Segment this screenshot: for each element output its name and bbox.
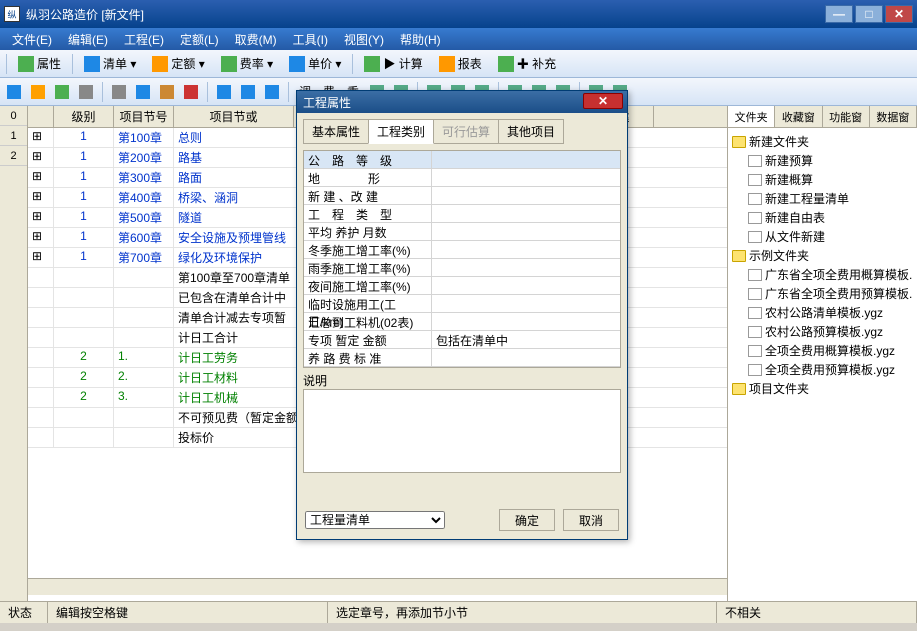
minimize-button[interactable]: —	[825, 5, 853, 23]
column-header[interactable]: 级别	[54, 106, 114, 127]
toolbar-button-3[interactable]: 费率 ▾	[214, 52, 280, 75]
tool-icon-6[interactable]	[157, 82, 177, 102]
tree-node[interactable]: 新建自由表	[732, 208, 913, 227]
tree-node[interactable]: 农村公路清单模板.ygz	[732, 303, 913, 322]
tool-icon-2[interactable]	[52, 82, 72, 102]
column-header[interactable]: 项目节或	[174, 106, 294, 127]
statusbar: 状态 编辑按空格键 选定章号，再添加节小节 不相关	[0, 601, 917, 623]
window-title: 纵羽公路造价 [新文件]	[26, 6, 825, 23]
toolbar-button-2[interactable]: 定额 ▾	[145, 52, 211, 75]
property-row[interactable]: 临时设施用工(工日/km)	[304, 295, 620, 313]
property-row[interactable]: 地 形	[304, 169, 620, 187]
menu-item-1[interactable]: 编辑(E)	[60, 29, 116, 50]
dialog-title: 工程属性 ✕	[297, 91, 627, 113]
gutter-2[interactable]: 2	[0, 146, 27, 166]
tool-icon-3[interactable]	[76, 82, 96, 102]
menu-item-0[interactable]: 文件(E)	[4, 29, 60, 50]
property-row[interactable]: 夜间施工增工率(%)	[304, 277, 620, 295]
dialog-description: 说明	[303, 372, 621, 476]
tree-node[interactable]: 全项全费用预算模板.ygz	[732, 360, 913, 379]
gutter-1[interactable]: 1	[0, 126, 27, 146]
tree-node[interactable]: 广东省全项全费用预算模板.	[732, 284, 913, 303]
tool-icon-0[interactable]	[4, 82, 24, 102]
right-tab-0[interactable]: 文件夹	[728, 106, 775, 127]
dialog-title-text: 工程属性	[303, 94, 351, 111]
description-textarea[interactable]	[303, 389, 621, 473]
right-tab-1[interactable]: 收藏窗	[775, 106, 822, 127]
tool-icon-9[interactable]	[238, 82, 258, 102]
gutter-0[interactable]: 0	[0, 106, 27, 126]
app-icon: 纵	[4, 6, 20, 22]
tool-icon-4[interactable]	[109, 82, 129, 102]
menu-item-6[interactable]: 视图(Y)	[336, 29, 392, 50]
tree-node[interactable]: 从文件新建	[732, 227, 913, 246]
tree-node[interactable]: 广东省全项全费用概算模板.	[732, 265, 913, 284]
titlebar: 纵 纵羽公路造价 [新文件] — □ ✕	[0, 0, 917, 28]
description-label: 说明	[303, 372, 621, 389]
property-row[interactable]: 冬季施工增工率(%)	[304, 241, 620, 259]
status-cell-d: 不相关	[717, 602, 917, 623]
tree-node[interactable]: 新建概算	[732, 170, 913, 189]
cancel-button[interactable]: 取消	[563, 509, 619, 531]
tool-icon-5[interactable]	[133, 82, 153, 102]
toolbar-1: 属性清单 ▾定额 ▾费率 ▾单价 ▾ ▶ 计算报表✚ 补充	[0, 50, 917, 78]
property-row[interactable]: 养 路 费 标 准	[304, 349, 620, 367]
dialog-tab-0[interactable]: 基本属性	[303, 119, 369, 144]
tool-icon-10[interactable]	[262, 82, 282, 102]
menu-item-2[interactable]: 工程(E)	[116, 29, 172, 50]
dialog-tabs: 基本属性工程类别可行估算其他项目	[303, 119, 621, 144]
property-row[interactable]: 工 程 类 型	[304, 205, 620, 223]
dialog-tab-1[interactable]: 工程类别	[368, 119, 434, 144]
column-header[interactable]	[28, 106, 54, 127]
tree-node[interactable]: 新建预算	[732, 151, 913, 170]
tool-icon-1[interactable]	[28, 82, 48, 102]
status-cell-c: 选定章号，再添加节小节	[328, 602, 717, 623]
dialog-select[interactable]: 工程量清单	[305, 511, 445, 529]
dialog-footer: 工程量清单 确定 取消	[305, 509, 619, 531]
tree-node[interactable]: 全项全费用概算模板.ygz	[732, 341, 913, 360]
file-tree[interactable]: 新建文件夹新建预算新建概算新建工程量清单新建自由表从文件新建示例文件夹广东省全项…	[728, 128, 917, 601]
project-properties-dialog: 工程属性 ✕ 基本属性工程类别可行估算其他项目 公 路 等 级地 形新 建 、改…	[296, 90, 628, 540]
ok-button[interactable]: 确定	[499, 509, 555, 531]
toolbar-button-4[interactable]: 单价 ▾	[282, 52, 348, 75]
left-gutter: 012	[0, 106, 28, 601]
tree-node[interactable]: 项目文件夹	[732, 379, 913, 398]
close-button[interactable]: ✕	[885, 5, 913, 23]
toolbar-button-7[interactable]: ✚ 补充	[491, 52, 563, 75]
horizontal-scrollbar[interactable]	[28, 578, 727, 595]
right-pane: 文件夹收藏窗功能窗数据窗 新建文件夹新建预算新建概算新建工程量清单新建自由表从文…	[727, 106, 917, 601]
tree-node[interactable]: 新建文件夹	[732, 132, 913, 151]
menu-item-3[interactable]: 定额(L)	[172, 29, 227, 50]
column-header[interactable]: 项目节号	[114, 106, 174, 127]
dialog-tab-2: 可行估算	[433, 119, 499, 144]
toolbar-button-5[interactable]: ▶ 计算	[357, 52, 429, 75]
menu-item-5[interactable]: 工具(I)	[285, 29, 336, 50]
tree-node[interactable]: 农村公路预算模板.ygz	[732, 322, 913, 341]
status-cell-a: 状态	[0, 602, 48, 623]
menu-item-7[interactable]: 帮助(H)	[392, 29, 449, 50]
property-row[interactable]: 专项 暂定 金额包括在清单中	[304, 331, 620, 349]
right-tabs: 文件夹收藏窗功能窗数据窗	[728, 106, 917, 128]
right-tab-2[interactable]: 功能窗	[823, 106, 870, 127]
dialog-close-button[interactable]: ✕	[583, 93, 623, 109]
tool-icon-8[interactable]	[214, 82, 234, 102]
property-row[interactable]: 平均 养护 月数	[304, 223, 620, 241]
toolbar-button-0[interactable]: 属性	[11, 52, 68, 75]
tool-icon-7[interactable]	[181, 82, 201, 102]
property-row[interactable]: 新 建 、改 建	[304, 187, 620, 205]
property-row[interactable]: 汇总到工料机(02表)	[304, 313, 620, 331]
menubar: 文件(E)编辑(E)工程(E)定额(L)取费(M)工具(I)视图(Y)帮助(H)	[0, 28, 917, 50]
property-row[interactable]: 公 路 等 级	[304, 151, 620, 169]
toolbar-button-1[interactable]: 清单 ▾	[77, 52, 143, 75]
tree-node[interactable]: 示例文件夹	[732, 246, 913, 265]
dialog-grid: 公 路 等 级地 形新 建 、改 建工 程 类 型平均 养护 月数冬季施工增工率…	[303, 150, 621, 368]
property-row[interactable]: 雨季施工增工率(%)	[304, 259, 620, 277]
menu-item-4[interactable]: 取费(M)	[227, 29, 285, 50]
tree-node[interactable]: 新建工程量清单	[732, 189, 913, 208]
maximize-button[interactable]: □	[855, 5, 883, 23]
status-cell-b: 编辑按空格键	[48, 602, 328, 623]
toolbar-button-6[interactable]: 报表	[432, 52, 489, 75]
right-tab-3[interactable]: 数据窗	[870, 106, 917, 127]
dialog-tab-3[interactable]: 其他项目	[498, 119, 564, 144]
